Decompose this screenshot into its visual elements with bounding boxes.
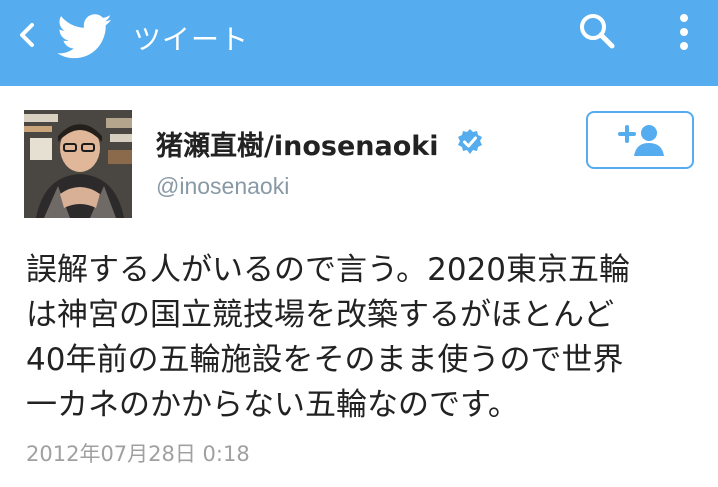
twitter-bird-icon[interactable]: [56, 14, 114, 60]
add-user-icon: [618, 125, 664, 156]
avatar[interactable]: [24, 110, 132, 218]
follow-button[interactable]: [586, 111, 694, 169]
tweet-timestamp: 2012年07月28日 0:18: [26, 442, 250, 466]
back-icon[interactable]: [12, 20, 42, 50]
user-handle[interactable]: @inosenaoki: [156, 173, 289, 200]
display-name[interactable]: 猪瀬直樹/inosenaoki: [156, 124, 438, 163]
page-title: ツイート: [133, 23, 250, 56]
more-vertical-icon[interactable]: [672, 8, 696, 64]
tweet-text: 誤解する人がいるので言う。2020東京五輪 は神宮の国立競技場を改築するがほとん…: [26, 252, 631, 423]
search-icon[interactable]: [576, 10, 620, 54]
app-bar: ツイート: [0, 0, 718, 86]
verified-badge-icon: [456, 128, 484, 156]
